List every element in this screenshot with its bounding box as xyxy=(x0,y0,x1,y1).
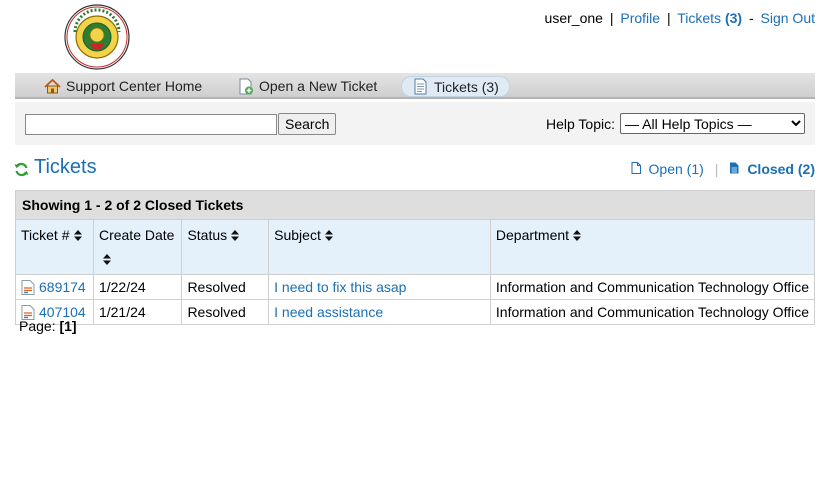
user-bar: user_one | Profile | Tickets (3) - Sign … xyxy=(545,10,815,26)
column-header-ticket-number[interactable]: Ticket # xyxy=(15,219,94,275)
column-header-label: Ticket # xyxy=(21,227,70,243)
status-cell: Resolved xyxy=(181,274,270,300)
ticket-number-cell: 689174 xyxy=(15,274,94,300)
table-header-row: Ticket # Create Date Status Subject Depa… xyxy=(15,219,816,275)
closed-tickets-link[interactable]: Closed (2) xyxy=(729,161,815,177)
column-header-label: Create Date xyxy=(98,227,175,243)
column-header-subject[interactable]: Subject xyxy=(268,219,491,275)
new-ticket-icon xyxy=(237,78,254,95)
username: user_one xyxy=(544,10,603,26)
help-topic-label: Help Topic: xyxy=(546,116,616,132)
tickets-table: Showing 1 - 2 of 2 Closed Tickets Ticket… xyxy=(15,190,816,325)
sort-icon xyxy=(73,230,82,241)
current-page[interactable]: [1] xyxy=(59,318,76,334)
university-logo[interactable] xyxy=(63,4,131,70)
tickets-link[interactable]: Tickets (3) xyxy=(677,10,742,26)
create-date-cell: 1/22/24 xyxy=(92,274,183,300)
status-cell: Resolved xyxy=(181,299,270,325)
ticket-number: 689174 xyxy=(39,279,86,295)
subject-cell: I need assistance xyxy=(268,299,491,325)
page-title[interactable]: Tickets xyxy=(34,156,97,179)
department-cell: Information and Communication Technology… xyxy=(489,299,816,325)
column-header-status[interactable]: Status xyxy=(181,219,270,275)
tickets-count: (3) xyxy=(724,10,743,26)
nav-support-home[interactable]: Support Center Home xyxy=(44,76,202,96)
subject-cell: I need to fix this asap xyxy=(268,274,491,300)
document-icon xyxy=(412,78,429,95)
sort-icon xyxy=(102,254,111,265)
sort-icon xyxy=(324,230,333,241)
sign-out-link[interactable]: Sign Out xyxy=(761,10,815,26)
department-cell: Information and Communication Technology… xyxy=(489,274,816,300)
help-topic-select[interactable]: — All Help Topics — xyxy=(620,113,805,134)
separator: | xyxy=(609,10,614,26)
create-date-cell: 1/21/24 xyxy=(92,299,183,325)
nav-support-home-label: Support Center Home xyxy=(66,78,203,94)
search-button[interactable]: Search xyxy=(278,113,336,135)
file-outline-icon xyxy=(631,161,641,174)
ticket-file-icon xyxy=(21,280,35,295)
pagination: Page: [1] xyxy=(19,318,77,334)
nav-tickets[interactable]: Tickets (3) xyxy=(401,76,510,97)
subject-link[interactable]: I need to fix this asap xyxy=(274,279,406,295)
nav-new-ticket-label: Open a New Ticket xyxy=(259,78,378,94)
column-header-department[interactable]: Department xyxy=(489,219,816,275)
column-header-label: Department xyxy=(495,227,570,243)
separator: - xyxy=(748,10,754,26)
ticket-number-link[interactable]: 689174 xyxy=(21,279,86,295)
tickets-link-label: Tickets xyxy=(677,10,722,26)
table-caption: Showing 1 - 2 of 2 Closed Tickets xyxy=(15,190,815,220)
sort-icon xyxy=(573,230,582,241)
separator: | xyxy=(666,10,671,26)
file-filled-icon xyxy=(729,161,739,174)
nav-new-ticket[interactable]: Open a New Ticket xyxy=(237,76,377,96)
search-input[interactable] xyxy=(25,114,277,135)
page-title-row: Tickets xyxy=(14,156,97,179)
pagination-label: Page: xyxy=(19,318,56,334)
column-header-label: Subject xyxy=(274,227,321,243)
table-row: 689174 1/22/24 Resolved I need to fix th… xyxy=(15,274,816,300)
open-tickets-label: Open (1) xyxy=(648,161,704,177)
subject-link[interactable]: I need assistance xyxy=(274,304,383,320)
refresh-icon[interactable] xyxy=(14,162,29,177)
home-icon xyxy=(44,78,61,95)
sort-icon xyxy=(231,230,240,241)
profile-link[interactable]: Profile xyxy=(620,10,660,26)
column-header-label: Status xyxy=(187,227,228,243)
nav-tickets-label: Tickets (3) xyxy=(434,78,499,95)
ticket-status-filter: Open (1) | Closed (2) xyxy=(631,161,815,177)
open-tickets-link[interactable]: Open (1) xyxy=(631,161,704,177)
table-row: 407104 1/21/24 Resolved I need assistanc… xyxy=(15,299,816,325)
main-nav: Support Center Home Open a New Ticket Ti… xyxy=(15,73,815,99)
search-bar: Search Help Topic: — All Help Topics — xyxy=(15,102,815,145)
separator: | xyxy=(714,161,719,177)
column-header-create-date[interactable]: Create Date xyxy=(92,219,183,275)
closed-tickets-label: Closed (2) xyxy=(747,161,815,177)
